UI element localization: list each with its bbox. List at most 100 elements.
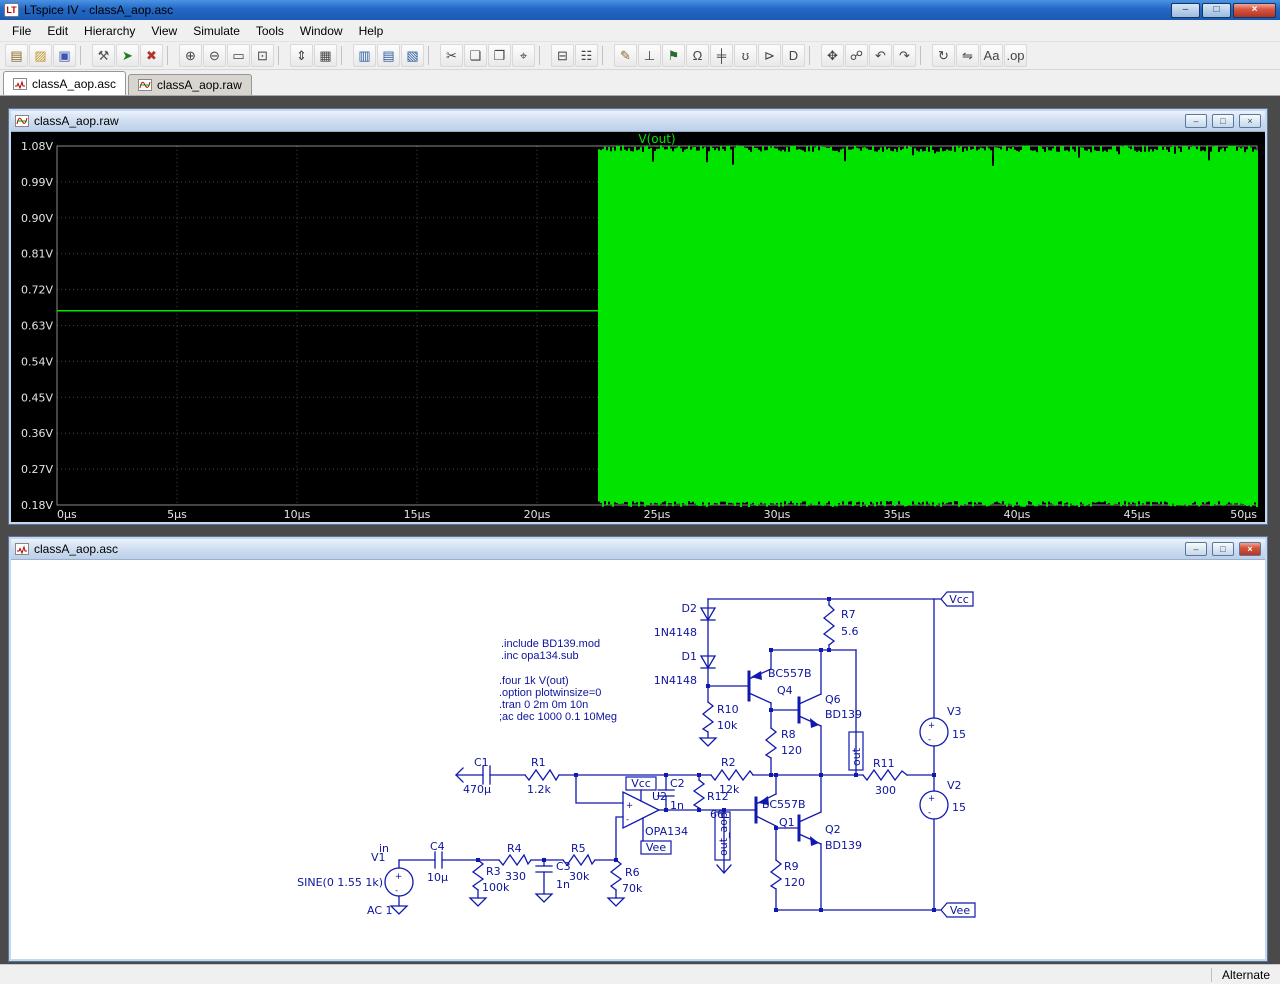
y-tick-label: 0.81V [21, 248, 53, 261]
find-button[interactable]: ⌖ [512, 44, 535, 67]
tile-horizontal-button[interactable]: ▤ [377, 44, 400, 67]
component-v1[interactable]: + - V1 SINE(0 1.55 1k) AC 1 [297, 851, 414, 917]
text-button[interactable]: Aa [980, 44, 1003, 67]
component-c3[interactable]: C3 1n [535, 860, 571, 891]
component-q4[interactable]: BC557B Q4 [747, 667, 812, 704]
place-inductor-button[interactable]: ʊ [734, 44, 757, 67]
net-flag-out-aop[interactable]: out_aop [714, 811, 732, 874]
plus-sign: + [928, 794, 935, 804]
plot-area[interactable]: 0µs 5µs 10µs 15µs 20µs 25µs 30µs 35µs 40µs 45µs 50… [11, 132, 1265, 522]
open-file-button[interactable]: ▨ [29, 44, 52, 67]
spice-directives-include[interactable]: .include BD139.mod .inc opa134.sub [501, 638, 600, 662]
zoom-out-button[interactable]: ⊖ [203, 44, 226, 67]
drag-button[interactable]: ☍ [845, 44, 868, 67]
place-ground-button[interactable]: ⊥ [638, 44, 661, 67]
component-r11[interactable]: R11 300 [862, 757, 908, 797]
redo-button[interactable]: ↷ [893, 44, 916, 67]
print-button[interactable]: ☷ [575, 44, 598, 67]
new-schematic-button[interactable]: ▤ [5, 44, 28, 67]
component-c4[interactable]: C4 10µ [427, 840, 448, 884]
place-component-button[interactable]: D [782, 44, 805, 67]
run-button[interactable]: ➤ [116, 44, 139, 67]
net-flag-vcc-rail[interactable]: Vcc [940, 591, 974, 607]
schematic-close-button[interactable]: × [1239, 542, 1261, 556]
undo-button[interactable]: ↶ [869, 44, 892, 67]
menu-item[interactable]: View [143, 21, 185, 41]
component-value: BC557B [768, 667, 812, 680]
schematic-maximize-button[interactable]: □ [1212, 542, 1234, 556]
zoom-full-extents-button[interactable]: ⊡ [251, 44, 274, 67]
zoom-in-button[interactable]: ⊕ [179, 44, 202, 67]
menu-item[interactable]: Tools [248, 21, 292, 41]
schematic-canvas[interactable]: .include BD139.mod .inc opa134.sub .four … [11, 560, 1265, 959]
cut-button[interactable]: ✂ [440, 44, 463, 67]
component-r6[interactable]: R6 70k [609, 859, 643, 895]
minus-sign: - [928, 808, 931, 818]
component-r4[interactable]: R4 330 [498, 842, 532, 883]
component-r8[interactable]: R8 120 [764, 727, 802, 759]
waveform-close-button[interactable]: × [1239, 114, 1261, 128]
grid-button[interactable]: ▦ [314, 44, 337, 67]
rotate-button[interactable]: ↻ [932, 44, 955, 67]
toolbar-icon: ✎ [620, 48, 631, 63]
mirror-button[interactable]: ⇋ [956, 44, 979, 67]
toolbar-icon: ✥ [827, 48, 838, 63]
spice-directives-simulation[interactable]: .four 1k V(out) .option plotwinsize=0 .tra… [499, 675, 617, 723]
draw-wire-button[interactable]: ✎ [614, 44, 637, 67]
schematic-minimize-button[interactable]: – [1185, 542, 1207, 556]
component-r7[interactable]: R7 5.6 [822, 604, 859, 646]
menu-item[interactable]: File [4, 21, 39, 41]
menu-item[interactable]: Edit [39, 21, 76, 41]
save-button[interactable]: ▣ [53, 44, 76, 67]
toolbar-icon: ✖ [146, 48, 157, 63]
net-label-button[interactable]: ⚑ [662, 44, 685, 67]
directive-line: .four 1k V(out) [499, 675, 569, 687]
print-preview-button[interactable]: ⊟ [551, 44, 574, 67]
component-d1[interactable]: D1 1N4148 [654, 650, 717, 687]
tile-vertical-button[interactable]: ▥ [353, 44, 376, 67]
component-c1[interactable]: C1 470µ [463, 756, 491, 796]
maximize-button[interactable]: □ [1202, 2, 1231, 18]
paste-button[interactable]: ❐ [488, 44, 511, 67]
component-label: R9 [784, 860, 799, 873]
waveform-minimize-button[interactable]: – [1185, 114, 1207, 128]
menu-item[interactable]: Simulate [185, 21, 248, 41]
spice-directive-button[interactable]: .op [1004, 44, 1027, 67]
schematic-drawing[interactable]: D2 1N4148 D1 1N4148 R10 10k R7 5.6 BC557… [11, 560, 1265, 959]
component-q2[interactable]: Q2 BD139 [797, 811, 862, 852]
component-r9[interactable]: R9 120 [769, 859, 805, 890]
place-diode-button[interactable]: ⊳ [758, 44, 781, 67]
halt-button[interactable]: ✖ [140, 44, 163, 67]
tab-schematic[interactable]: classA_aop.asc [3, 71, 127, 95]
toolbar-icon: ▨ [34, 48, 47, 63]
move-button[interactable]: ✥ [821, 44, 844, 67]
net-label: in [379, 842, 389, 855]
component-r1[interactable]: R1 1.2k [524, 756, 560, 796]
waveform-plot[interactable]: 0µs 5µs 10µs 15µs 20µs 25µs 30µs 35µs 40µs 45µs 50… [11, 132, 1265, 522]
component-v3[interactable]: + - V3 15 [919, 705, 966, 747]
component-r10[interactable]: R10 10k [701, 701, 739, 733]
cascade-windows-button[interactable]: ▧ [401, 44, 424, 67]
place-capacitor-button[interactable]: ╪ [710, 44, 733, 67]
menu-item[interactable]: Help [351, 21, 392, 41]
autorange-button[interactable]: ⇕ [290, 44, 313, 67]
minimize-button[interactable]: – [1171, 2, 1200, 18]
component-d2[interactable]: D2 1N4148 [654, 602, 717, 639]
waveform-window-titlebar[interactable]: classA_aop.raw – □ × [11, 111, 1265, 132]
close-button[interactable]: × [1233, 2, 1276, 18]
net-label-in[interactable]: in [379, 842, 389, 855]
waveform-maximize-button[interactable]: □ [1212, 114, 1234, 128]
net-flag-vee-rail[interactable]: Vee [940, 902, 976, 918]
titlebar[interactable]: LT LTspice IV - classA_aop.asc – □ × [0, 0, 1280, 20]
place-resistor-button[interactable]: Ω [686, 44, 709, 67]
zoom-area-button[interactable]: ▭ [227, 44, 250, 67]
schematic-window-titlebar[interactable]: classA_aop.asc – □ × [11, 539, 1265, 560]
copy-button[interactable]: ❏ [464, 44, 487, 67]
menu-item[interactable]: Window [292, 21, 351, 41]
toolbar-separator [278, 46, 286, 65]
component-v2[interactable]: + - V2 15 [919, 779, 966, 820]
control-panel-button[interactable]: ⚒ [92, 44, 115, 67]
component-q6[interactable]: Q6 BD139 [797, 693, 862, 728]
menu-item[interactable]: Hierarchy [76, 21, 143, 41]
tab-waveform[interactable]: classA_aop.raw [128, 74, 252, 95]
